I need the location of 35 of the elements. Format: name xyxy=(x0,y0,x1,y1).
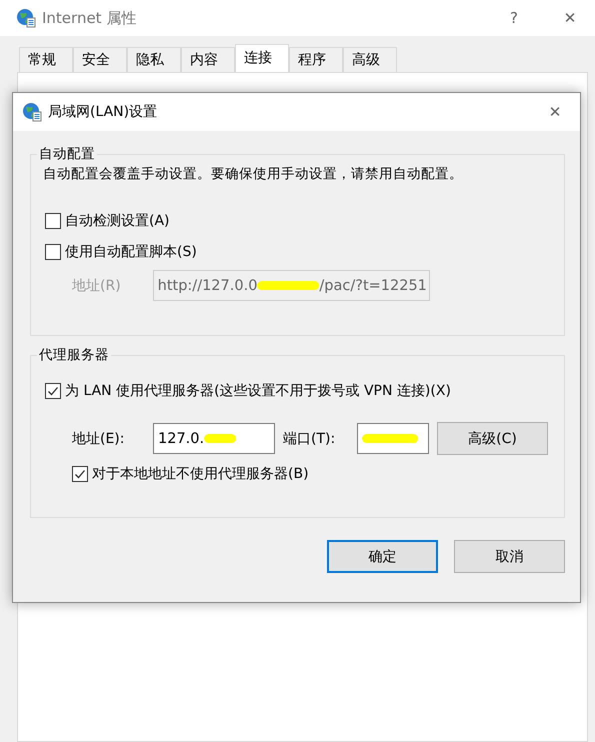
checkbox-label[interactable]: 对于本地地址不使用代理服务器(B) xyxy=(92,465,309,483)
description-text: 自动配置会覆盖手动设置。要确保使用手动设置，请禁用自动配置。 xyxy=(43,165,464,183)
globe-icon xyxy=(16,8,36,28)
tab[interactable]: 常规 xyxy=(19,47,73,72)
ok-button[interactable]: 确定 xyxy=(327,540,438,573)
help-button[interactable]: ? xyxy=(489,9,539,27)
checkbox-label[interactable]: 使用自动配置脚本(S) xyxy=(65,243,197,261)
tab[interactable]: 安全 xyxy=(73,47,127,72)
field-label: 地址(R) xyxy=(72,276,121,294)
window-title: Internet 属性 xyxy=(42,8,138,28)
tab[interactable]: 程序 xyxy=(289,47,343,72)
cancel-button[interactable]: 取消 xyxy=(454,540,565,573)
checkbox-label[interactable]: 自动检测设置(A) xyxy=(65,212,170,230)
close-button[interactable]: ✕ xyxy=(530,103,580,121)
checkbox-label[interactable]: 为 LAN 使用代理服务器(这些设置不用于拨号或 VPN 连接)(X) xyxy=(65,382,451,400)
group-title: 自动配置 xyxy=(38,145,96,163)
group-title: 代理服务器 xyxy=(38,346,110,364)
tab[interactable]: 内容 xyxy=(181,47,235,72)
checkbox[interactable] xyxy=(72,466,88,482)
field-label: 端口(T): xyxy=(283,430,336,448)
check-icon xyxy=(47,385,59,397)
checkbox[interactable] xyxy=(45,244,61,260)
tab[interactable]: 连接 xyxy=(235,44,289,72)
address-field[interactable]: 127.0. xyxy=(153,423,275,454)
close-button[interactable]: ✕ xyxy=(545,9,595,27)
tab[interactable]: 隐私 xyxy=(127,47,181,72)
checkbox[interactable] xyxy=(45,213,61,229)
checkbox[interactable] xyxy=(45,383,61,399)
check-icon xyxy=(74,468,86,480)
advanced-button[interactable]: 高级(C) xyxy=(437,422,548,455)
tab[interactable]: 高级 xyxy=(343,47,397,72)
dialog-title: 局域网(LAN)设置 xyxy=(48,103,158,121)
field-label: 地址(E): xyxy=(72,430,126,448)
globe-icon xyxy=(22,102,42,122)
port-field[interactable] xyxy=(357,423,429,454)
